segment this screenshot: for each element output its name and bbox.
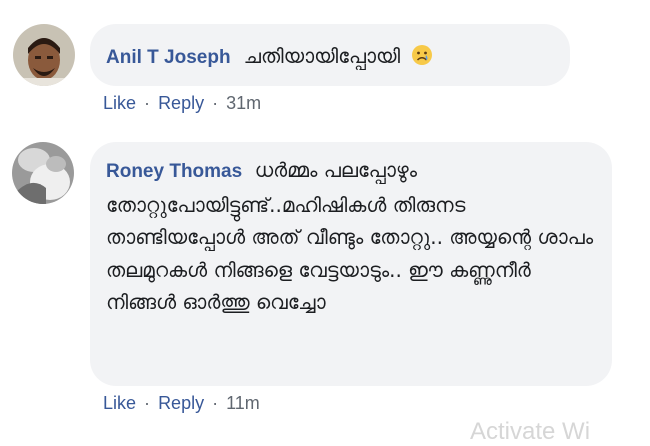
comment-bubble: Anil T Joseph ചതിയായിപ്പോയി xyxy=(90,24,570,86)
comment-timestamp[interactable]: 31m xyxy=(226,93,261,113)
comment: Anil T Joseph ചതിയായിപ്പോയി Like · Reply… xyxy=(0,0,650,130)
comment-text: ചതിയായിപ്പോയി xyxy=(243,44,401,68)
comment-actions: Like · Reply · 11m xyxy=(103,393,260,414)
comment-actions: Like · Reply · 31m xyxy=(103,93,261,114)
like-link[interactable]: Like xyxy=(103,93,136,113)
reply-link[interactable]: Reply xyxy=(158,393,204,413)
comment-author[interactable]: Roney Thomas xyxy=(106,161,242,182)
comment: Roney Thomas ധർമ്മം പലപ്പോഴും തോറ്റുപോയി… xyxy=(0,130,650,436)
crying-face-icon xyxy=(411,44,433,66)
avatar[interactable] xyxy=(13,24,75,86)
separator: · xyxy=(212,393,219,413)
avatar[interactable] xyxy=(12,142,74,204)
separator: · xyxy=(212,93,219,113)
separator: · xyxy=(144,393,151,413)
comment-bubble: Roney Thomas ധർമ്മം പലപ്പോഴും തോറ്റുപോയി… xyxy=(90,142,612,386)
reply-link[interactable]: Reply xyxy=(158,93,204,113)
comment-content: Roney Thomas ധർമ്മം പലപ്പോഴും തോറ്റുപോയി… xyxy=(106,154,594,319)
separator: · xyxy=(144,93,151,113)
comment-timestamp[interactable]: 11m xyxy=(226,393,260,413)
like-link[interactable]: Like xyxy=(103,393,136,413)
comment-author[interactable]: Anil T Joseph xyxy=(106,47,231,68)
activate-windows-watermark: Activate Wi xyxy=(470,418,591,445)
